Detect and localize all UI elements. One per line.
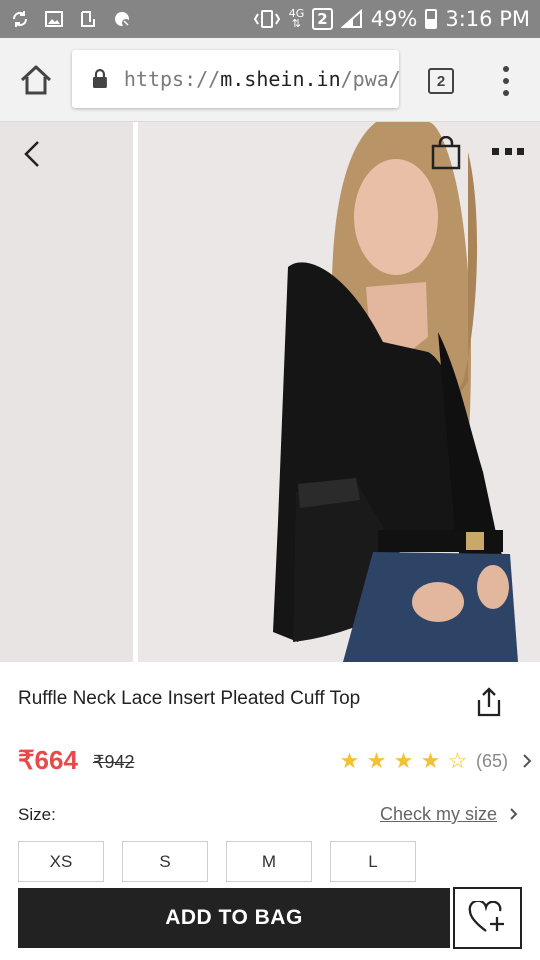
size-option-s[interactable]: S — [122, 841, 208, 882]
size-label: Size: — [18, 805, 56, 824]
heart-plus-icon — [468, 901, 504, 932]
lock-icon — [92, 69, 107, 88]
url-text: https://m.shein.in/pwa/ — [123, 67, 399, 91]
shopping-bag-icon[interactable] — [430, 136, 462, 170]
battery-percent: 49% — [370, 7, 418, 31]
signal-icon — [340, 9, 362, 28]
tab-switcher-button[interactable]: 2 — [428, 68, 454, 94]
network-type-icon: 4G ⇅ — [288, 7, 305, 30]
share-icon[interactable] — [474, 686, 504, 718]
home-icon[interactable] — [18, 62, 54, 98]
blocked-icon — [115, 12, 130, 27]
star-outline-icon: ☆ — [447, 748, 468, 773]
star-icon: ★ — [366, 748, 387, 773]
product-image[interactable] — [138, 122, 540, 662]
review-count: (65) — [476, 750, 509, 771]
chevron-right-icon — [523, 754, 532, 768]
download-icon — [81, 11, 95, 27]
original-price: ₹942 — [93, 752, 135, 772]
previous-product-image[interactable] — [0, 122, 133, 662]
image-icon — [45, 11, 63, 27]
notification-icons — [10, 9, 132, 29]
star-icon: ★ — [393, 748, 414, 773]
sim-indicator: 2 — [312, 8, 333, 30]
size-option-xs[interactable]: XS — [18, 841, 104, 882]
vibrate-icon — [253, 10, 280, 28]
product-title: Ruffle Neck Lace Insert Pleated Cuff Top — [18, 688, 361, 709]
chevron-right-icon — [510, 808, 518, 820]
system-status: 4G ⇅ 2 49% 3:16 PM — [253, 7, 530, 31]
sale-price: ₹664 — [18, 745, 78, 775]
more-options-icon[interactable] — [492, 148, 524, 158]
rating-summary[interactable]: ★ ★ ★ ★ ☆ (65) — [337, 749, 532, 773]
browser-menu-icon[interactable] — [498, 66, 514, 96]
clock: 3:16 PM — [445, 7, 530, 31]
address-bar[interactable]: https://m.shein.in/pwa/ — [72, 50, 399, 108]
wishlist-button[interactable] — [453, 887, 522, 949]
browser-toolbar: https://m.shein.in/pwa/ 2 — [0, 38, 540, 122]
star-icon: ★ — [420, 748, 441, 773]
check-my-size-link[interactable]: Check my size — [380, 804, 497, 825]
battery-icon — [425, 9, 438, 29]
size-options: XS S M L — [18, 841, 416, 882]
star-icon: ★ — [339, 748, 360, 773]
product-gallery[interactable] — [0, 122, 540, 662]
back-arrow-icon[interactable] — [18, 138, 46, 170]
size-option-m[interactable]: M — [226, 841, 312, 882]
size-option-l[interactable]: L — [330, 841, 416, 882]
screen: 4G ⇅ 2 49% 3:16 PM https://m.shein.in/pwa… — [0, 0, 540, 960]
sync-icon — [12, 11, 28, 27]
status-bar: 4G ⇅ 2 49% 3:16 PM — [0, 0, 540, 38]
add-to-bag-button[interactable]: ADD TO BAG — [18, 888, 450, 948]
